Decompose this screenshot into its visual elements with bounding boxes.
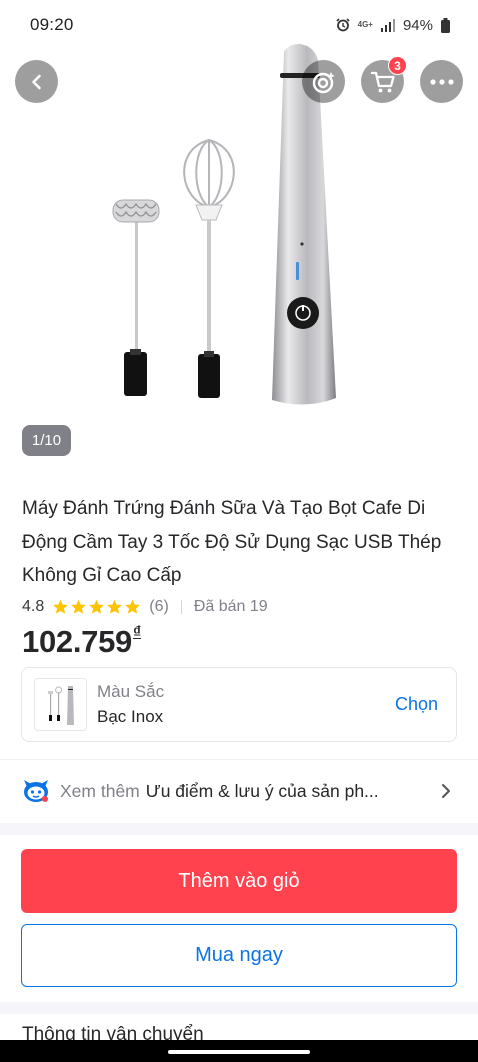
star-icon bbox=[53, 599, 69, 614]
divider bbox=[0, 759, 478, 760]
variant-selector[interactable]: Màu Sắc Bạc Inox Chọn bbox=[21, 667, 457, 742]
product-title: Máy Đánh Trứng Đánh Sữa Và Tạo Bọt Cafe … bbox=[22, 498, 442, 586]
network-type: 4G+ bbox=[357, 20, 373, 29]
image-counter: 1/10 bbox=[22, 425, 71, 456]
sold-count: Đã bán 19 bbox=[193, 598, 268, 615]
cart-button[interactable]: 3 bbox=[361, 56, 407, 103]
variant-thumbnail-image bbox=[47, 685, 74, 725]
choose-variant-button[interactable]: Chọn bbox=[395, 694, 438, 715]
currency-symbol: ₫ bbox=[132, 623, 141, 641]
variant-thumbnail bbox=[34, 678, 87, 731]
buy-now-button[interactable]: Mua ngay bbox=[21, 924, 457, 987]
section-divider bbox=[0, 1002, 478, 1014]
share-button[interactable] bbox=[302, 60, 345, 103]
product-price: 102.759₫ bbox=[22, 624, 141, 660]
advice-text: Ưu điểm & lưu ý của sản ph... bbox=[145, 780, 379, 801]
rating-count: (6) bbox=[149, 598, 169, 615]
status-bar: 09:20 4G+ 94% bbox=[0, 0, 478, 50]
variant-value: Bạc Inox bbox=[97, 706, 164, 726]
star-icon bbox=[125, 599, 141, 614]
more-horizontal-icon bbox=[429, 78, 454, 85]
star-icon bbox=[89, 599, 105, 614]
chevron-left-icon bbox=[31, 74, 41, 89]
add-to-cart-button[interactable]: Thêm vào giỏ bbox=[21, 849, 457, 913]
alarm-icon bbox=[336, 18, 350, 32]
star-icon bbox=[71, 599, 87, 614]
chevron-right-icon bbox=[440, 782, 452, 800]
star-icon bbox=[107, 599, 123, 614]
coil-whisk-attachment bbox=[112, 199, 160, 396]
product-image bbox=[112, 44, 336, 405]
assistant-bot-icon bbox=[22, 778, 50, 804]
product-advice-link[interactable]: Xem thêm Ưu điểm & lưu ý của sản ph... bbox=[22, 772, 452, 810]
status-time: 09:20 bbox=[30, 15, 74, 34]
advice-prefix: Xem thêm bbox=[60, 780, 140, 801]
rating-row[interactable]: 4.8 (6) Đã bán 19 bbox=[22, 596, 268, 618]
back-button[interactable] bbox=[15, 60, 58, 103]
price-value: 102.759 bbox=[22, 624, 132, 659]
home-gesture-handle[interactable] bbox=[168, 1050, 310, 1054]
more-options-button[interactable] bbox=[420, 60, 463, 103]
battery-icon bbox=[441, 17, 450, 33]
product-image-gallery[interactable] bbox=[0, 0, 478, 470]
cart-count-badge: 3 bbox=[388, 56, 407, 75]
rating-value: 4.8 bbox=[22, 598, 45, 615]
share-icon bbox=[312, 71, 335, 93]
battery-percent: 94% bbox=[402, 16, 433, 34]
divider bbox=[180, 600, 182, 614]
balloon-whisk-attachment bbox=[183, 138, 235, 398]
status-icons: 4G+ 94% bbox=[336, 17, 450, 34]
signal-icon bbox=[380, 18, 395, 32]
star-rating bbox=[52, 599, 141, 615]
section-divider bbox=[0, 823, 478, 835]
variant-label: Màu Sắc bbox=[97, 681, 165, 701]
